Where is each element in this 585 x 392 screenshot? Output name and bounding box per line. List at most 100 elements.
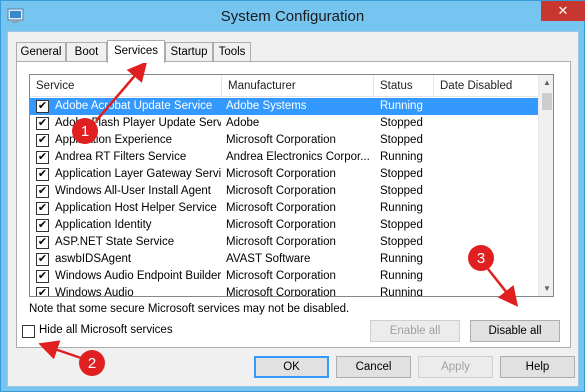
service-name: Windows Audio — [55, 287, 134, 297]
service-date-disabled — [438, 251, 536, 268]
service-row[interactable]: ✔ Application Identity Microsoft Corporati… — [30, 217, 538, 234]
service-status: Stopped — [380, 134, 423, 146]
service-status: Running — [380, 270, 423, 282]
service-name: Application Host Helper Service — [55, 202, 217, 214]
service-name: aswbIDSAgent — [55, 253, 132, 265]
service-row[interactable]: ✔ Windows Audio Endpoint Builder Microsoft… — [30, 268, 538, 285]
service-manufacturer: Microsoft Corporation — [226, 168, 336, 180]
service-date-disabled — [438, 166, 536, 183]
cancel-button[interactable]: Cancel — [336, 356, 411, 378]
service-checkbox[interactable]: ✔ — [36, 270, 49, 283]
service-status: Stopped — [380, 117, 423, 129]
services-list-scrollbar[interactable]: ▲ ▼ — [538, 75, 553, 296]
service-row[interactable]: ✔ Andrea RT Filters Service Andrea Electro… — [30, 149, 538, 166]
tab-tools[interactable]: Tools — [213, 42, 251, 62]
service-date-disabled — [438, 268, 536, 285]
secure-services-note: Note that some secure Microsoft services… — [29, 303, 350, 315]
service-date-disabled — [438, 183, 536, 200]
disable-all-button[interactable]: Disable all — [470, 320, 560, 342]
close-button[interactable]: ✕ — [541, 1, 585, 21]
service-manufacturer: Andrea Electronics Corpor... — [226, 151, 370, 163]
service-checkbox[interactable]: ✔ — [36, 253, 49, 266]
service-date-disabled — [438, 98, 536, 115]
service-row[interactable]: ✔ Windows Audio Microsoft Corporation Runni… — [30, 285, 538, 297]
service-checkbox[interactable]: ✔ — [36, 185, 49, 198]
service-name: ASP.NET State Service — [55, 236, 175, 248]
column-header-manufacturer[interactable]: Manufacturer — [222, 75, 374, 97]
service-manufacturer: Microsoft Corporation — [226, 185, 336, 197]
service-status: Running — [380, 287, 423, 297]
service-date-disabled — [438, 149, 536, 166]
service-manufacturer: Microsoft Corporation — [226, 236, 336, 248]
service-checkbox[interactable]: ✔ — [36, 168, 49, 181]
service-row[interactable]: ✔ aswbIDSAgent AVAST Software Running — [30, 251, 538, 268]
window-title: System Configuration — [220, 8, 365, 25]
scrollbar-thumb[interactable] — [542, 93, 552, 110]
service-manufacturer: Microsoft Corporation — [226, 202, 336, 214]
service-checkbox[interactable]: ✔ — [36, 151, 49, 164]
service-status: Stopped — [380, 168, 423, 180]
service-name: Andrea RT Filters Service — [55, 151, 187, 163]
hide-microsoft-services-box[interactable] — [22, 325, 35, 338]
service-checkbox[interactable]: ✔ — [36, 219, 49, 232]
service-status: Running — [380, 151, 423, 163]
service-date-disabled — [438, 200, 536, 217]
service-status: Running — [380, 202, 423, 214]
service-name: Application Identity — [55, 219, 152, 231]
service-status: Stopped — [380, 236, 423, 248]
service-name: Application Experience — [55, 134, 172, 146]
service-name: Application Layer Gateway Service — [55, 168, 221, 180]
service-status: Running — [380, 98, 436, 115]
service-name: Adobe Flash Player Update Service — [55, 117, 221, 129]
service-row[interactable]: ✔ Application Experience Microsoft Corpora… — [30, 132, 538, 149]
services-tab-panel: Service Manufacturer Status Date Disable… — [16, 61, 571, 348]
column-header-status[interactable]: Status — [374, 75, 434, 97]
column-header-service[interactable]: Service — [30, 75, 222, 97]
service-date-disabled — [438, 234, 536, 251]
service-checkbox[interactable]: ✔ — [36, 134, 49, 147]
scroll-up-arrow-icon[interactable]: ▲ — [539, 75, 553, 91]
service-status: Running — [380, 253, 423, 265]
service-row[interactable]: ✔ Application Host Helper Service Microsof… — [30, 200, 538, 217]
service-manufacturer: Microsoft Corporation — [226, 219, 336, 231]
tab-startup[interactable]: Startup — [165, 42, 213, 62]
ok-button[interactable]: OK — [254, 356, 329, 378]
services-list-header: Service Manufacturer Status Date Disable… — [30, 75, 538, 97]
service-status: Stopped — [380, 219, 423, 231]
apply-button[interactable]: Apply — [418, 356, 493, 378]
service-manufacturer: Microsoft Corporation — [226, 270, 336, 282]
service-checkbox[interactable]: ✔ — [36, 287, 49, 296]
title-bar[interactable]: System Configuration ✕ — [1, 1, 585, 31]
service-checkbox[interactable]: ✔ — [36, 117, 49, 130]
service-manufacturer: Microsoft Corporation — [226, 287, 336, 297]
hide-microsoft-services-label: Hide all Microsoft services — [39, 324, 173, 336]
service-checkbox[interactable]: ✔ — [36, 100, 49, 113]
tab-services[interactable]: Services — [107, 40, 165, 63]
column-header-date-disabled[interactable]: Date Disabled — [434, 75, 538, 97]
service-row[interactable]: ✔ Adobe Acrobat Update Service Adobe Syste… — [30, 98, 538, 115]
services-list[interactable]: Service Manufacturer Status Date Disable… — [29, 74, 554, 297]
service-manufacturer: AVAST Software — [226, 253, 311, 265]
service-date-disabled — [438, 115, 536, 132]
help-button[interactable]: Help — [500, 356, 575, 378]
service-manufacturer: Microsoft Corporation — [226, 134, 336, 146]
tab-general[interactable]: General — [16, 42, 66, 62]
service-row[interactable]: ✔ Adobe Flash Player Update Service Adobe S… — [30, 115, 538, 132]
service-row[interactable]: ✔ Application Layer Gateway Service Micros… — [30, 166, 538, 183]
service-name: Windows All-User Install Agent — [55, 185, 211, 197]
service-checkbox[interactable]: ✔ — [36, 236, 49, 249]
scroll-down-arrow-icon[interactable]: ▼ — [539, 281, 553, 296]
service-row[interactable]: ✔ Windows All-User Install Agent Microsoft… — [30, 183, 538, 200]
tab-boot[interactable]: Boot — [66, 42, 107, 62]
services-list-body: ✔ Adobe Acrobat Update Service Adobe Syste… — [30, 98, 538, 297]
enable-all-button[interactable]: Enable all — [370, 320, 460, 342]
service-date-disabled — [438, 285, 536, 296]
service-manufacturer: Adobe Systems — [224, 98, 374, 115]
service-date-disabled — [438, 217, 536, 234]
dialog-client-area: General Boot Services Startup Tools Serv… — [7, 31, 579, 387]
service-name: Adobe Acrobat Update Service — [53, 98, 221, 115]
service-status: Stopped — [380, 185, 423, 197]
service-row[interactable]: ✔ ASP.NET State Service Microsoft Corporat… — [30, 234, 538, 251]
service-checkbox[interactable]: ✔ — [36, 202, 49, 215]
service-name: Windows Audio Endpoint Builder — [55, 270, 221, 282]
